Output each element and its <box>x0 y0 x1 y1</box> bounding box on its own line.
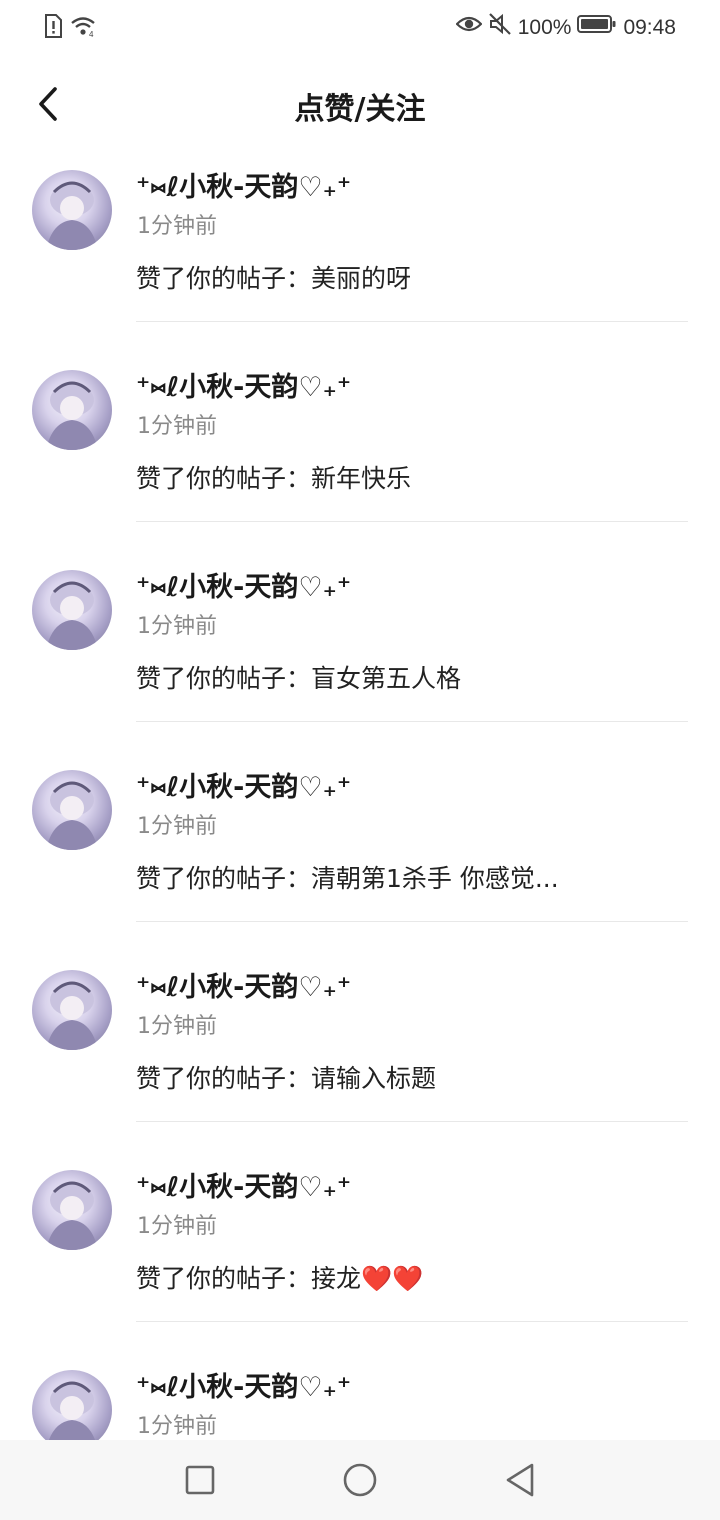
avatar[interactable] <box>32 170 112 250</box>
header: 点赞/关注 <box>0 60 720 152</box>
username[interactable]: ⁺⑅ℓ小秋-天韵♡₊⁺ <box>136 370 351 406</box>
divider <box>136 1321 688 1322</box>
nav-back-button[interactable] <box>498 1458 542 1502</box>
notification-item[interactable]: ⁺⑅ℓ小秋-天韵♡₊⁺ 1分钟前 赞了你的帖子：清朝第1杀手 你感觉... <box>0 760 720 960</box>
notification-item[interactable]: ⁺⑅ℓ小秋-天韵♡₊⁺ 1分钟前 赞了你的帖子：请输入标题 <box>0 960 720 1160</box>
username[interactable]: ⁺⑅ℓ小秋-天韵♡₊⁺ <box>136 970 351 1006</box>
sim-alert-icon <box>44 14 62 44</box>
notification-text[interactable]: 赞了你的帖子：盲女第五人格 <box>136 660 461 698</box>
mute-icon <box>488 12 512 44</box>
notification-time: 1分钟前 <box>137 614 217 639</box>
notification-text[interactable]: 赞了你的帖子：清朝第1杀手 你感觉... <box>136 860 559 898</box>
recent-apps-button[interactable] <box>178 1458 222 1502</box>
notification-time: 1分钟前 <box>137 1214 217 1239</box>
avatar[interactable] <box>32 570 112 650</box>
notification-item[interactable]: ⁺⑅ℓ小秋-天韵♡₊⁺ 1分钟前 赞了你的帖子：美丽的呀 <box>0 160 720 360</box>
status-bar: 4 100% 09:48 <box>0 0 720 56</box>
notification-list[interactable]: ⁺⑅ℓ小秋-天韵♡₊⁺ 1分钟前 赞了你的帖子：美丽的呀 ⁺⑅ℓ小秋-天韵♡₊⁺… <box>0 160 720 1440</box>
square-icon <box>185 1465 215 1495</box>
divider <box>136 721 688 722</box>
notification-time: 1分钟前 <box>137 414 217 439</box>
avatar[interactable] <box>32 370 112 450</box>
page-title: 点赞/关注 <box>294 92 426 127</box>
divider <box>136 521 688 522</box>
notification-time: 1分钟前 <box>137 814 217 839</box>
clock: 09:48 <box>623 16 676 39</box>
username[interactable]: ⁺⑅ℓ小秋-天韵♡₊⁺ <box>136 570 351 606</box>
system-nav-bar <box>0 1440 720 1520</box>
avatar[interactable] <box>32 1170 112 1250</box>
divider <box>136 321 688 322</box>
battery-icon <box>577 14 617 42</box>
notification-item[interactable]: ⁺⑅ℓ小秋-天韵♡₊⁺ 1分钟前 <box>0 1360 720 1440</box>
notification-text[interactable]: 赞了你的帖子：美丽的呀 <box>136 260 411 298</box>
avatar[interactable] <box>32 970 112 1050</box>
username[interactable]: ⁺⑅ℓ小秋-天韵♡₊⁺ <box>136 1170 351 1206</box>
notification-text[interactable]: 赞了你的帖子：新年快乐 <box>136 460 411 498</box>
divider <box>136 921 688 922</box>
notification-time: 1分钟前 <box>137 214 217 239</box>
status-bar-left: 4 <box>44 14 98 44</box>
avatar[interactable] <box>32 770 112 850</box>
notification-text[interactable]: 赞了你的帖子：请输入标题 <box>136 1060 436 1098</box>
notification-text[interactable]: 赞了你的帖子：接龙❤️❤️ <box>136 1260 423 1298</box>
wifi-icon: 4 <box>70 14 98 44</box>
notification-item[interactable]: ⁺⑅ℓ小秋-天韵♡₊⁺ 1分钟前 赞了你的帖子：接龙❤️❤️ <box>0 1160 720 1360</box>
divider <box>136 1121 688 1122</box>
circle-icon <box>343 1463 377 1497</box>
notification-item[interactable]: ⁺⑅ℓ小秋-天韵♡₊⁺ 1分钟前 赞了你的帖子：盲女第五人格 <box>0 560 720 760</box>
username[interactable]: ⁺⑅ℓ小秋-天韵♡₊⁺ <box>136 170 351 206</box>
status-bar-right: 100% 09:48 <box>455 12 676 44</box>
svg-text:4: 4 <box>89 30 94 38</box>
battery-percent: 100% <box>517 16 572 39</box>
home-button[interactable] <box>338 1458 382 1502</box>
triangle-back-icon <box>506 1463 534 1497</box>
notification-item[interactable]: ⁺⑅ℓ小秋-天韵♡₊⁺ 1分钟前 赞了你的帖子：新年快乐 <box>0 360 720 560</box>
avatar[interactable] <box>32 1370 112 1440</box>
eye-icon <box>455 14 483 42</box>
notification-time: 1分钟前 <box>137 1014 217 1039</box>
notification-time: 1分钟前 <box>137 1414 217 1439</box>
username[interactable]: ⁺⑅ℓ小秋-天韵♡₊⁺ <box>136 1370 351 1406</box>
username[interactable]: ⁺⑅ℓ小秋-天韵♡₊⁺ <box>136 770 351 806</box>
